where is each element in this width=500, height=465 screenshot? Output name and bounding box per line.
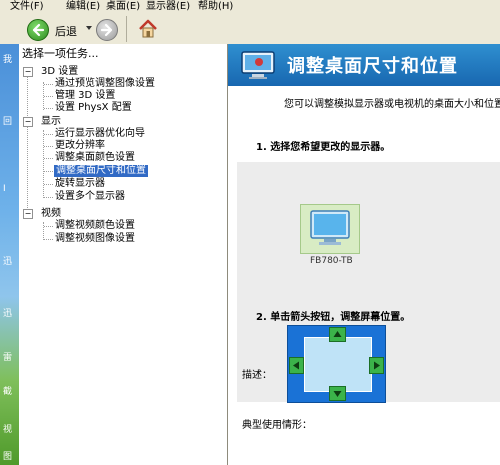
tree-connector xyxy=(44,158,53,159)
tree-item-selected[interactable]: 调整桌面尺寸和位置 xyxy=(54,165,148,177)
page-header: 调整桌面尺寸和位置 xyxy=(228,44,500,86)
step-1-heading: 1. 选择您希望更改的显示器。 xyxy=(256,142,391,153)
desktop-icon-label: 回 xyxy=(3,117,13,127)
menu-bar: 文件(F) 编辑(E) 桌面(E) 显示器(E) 帮助(H) xyxy=(0,0,500,12)
back-label[interactable]: 后退 xyxy=(55,23,77,39)
tree-category-label: 3D 设置 xyxy=(41,66,79,77)
page-title: 调整桌面尺寸和位置 xyxy=(287,56,458,77)
move-left-button[interactable] xyxy=(289,357,304,374)
task-panel-title: 选择一项任务... xyxy=(22,47,99,60)
desktop-monitor-icon xyxy=(241,51,275,79)
back-arrow-icon xyxy=(32,23,45,37)
screen-position-control xyxy=(287,325,386,403)
desktop-icon-label: 我 xyxy=(3,55,13,65)
content-panel: 调整桌面尺寸和位置 您可以调整模拟显示器或电视机的桌面大小和位置 1. 选择您希… xyxy=(228,44,500,465)
menu-file[interactable]: 文件(F) xyxy=(10,0,44,12)
forward-button[interactable] xyxy=(96,19,118,41)
tree-connector xyxy=(44,184,53,185)
description-label: 描述： xyxy=(242,370,272,381)
desktop-icon-label: 雷 xyxy=(3,353,13,363)
tree-item[interactable]: 更改分辨率 xyxy=(55,140,105,152)
desktop-icon-label: I xyxy=(3,184,6,194)
tree-connector xyxy=(44,239,53,240)
tree-connector xyxy=(44,108,53,109)
arrow-down-icon xyxy=(333,391,342,397)
monitor-icon xyxy=(310,210,350,245)
menu-edit[interactable]: 编辑(E) xyxy=(66,0,100,12)
tree-connector xyxy=(44,146,53,147)
forward-arrow-icon xyxy=(100,23,113,37)
tree-item[interactable]: 旋转显示器 xyxy=(55,178,105,190)
collapse-icon[interactable]: − xyxy=(23,67,33,77)
tree-category-label: 视频 xyxy=(41,208,61,219)
task-navigation-panel: 选择一项任务... − 3D 设置 通过预览调整图像设置 管理 3D 设置 设置… xyxy=(19,44,228,465)
page-description: 您可以调整模拟显示器或电视机的桌面大小和位置 xyxy=(284,99,500,110)
tree-item[interactable]: 调整视频图像设置 xyxy=(55,233,135,245)
move-right-button[interactable] xyxy=(369,357,384,374)
arrow-left-icon xyxy=(293,361,299,370)
menu-help[interactable]: 帮助(H) xyxy=(198,0,233,12)
toolbar-separator xyxy=(126,16,127,42)
screen-preview xyxy=(304,337,372,392)
arrow-up-icon xyxy=(333,331,342,337)
move-down-button[interactable] xyxy=(329,386,346,401)
tree-connector xyxy=(43,222,44,240)
monitor-select-tile[interactable] xyxy=(300,204,360,254)
tree-connector xyxy=(27,74,28,214)
tree-item[interactable]: 运行显示器优化向导 xyxy=(55,128,145,140)
usage-label: 典型使用情形： xyxy=(242,420,312,431)
tree-category-label: 显示 xyxy=(41,116,61,127)
back-history-dropdown-icon[interactable] xyxy=(86,26,92,30)
tree-connector xyxy=(44,197,53,198)
step-2-heading: 2. 单击箭头按钮，调整屏幕位置。 xyxy=(256,312,411,323)
tree-item[interactable]: 调整视频颜色设置 xyxy=(55,220,135,232)
desktop-icon-label: 迅 xyxy=(3,309,13,319)
tree-connector xyxy=(44,84,53,85)
desktop-icon-label: 截 xyxy=(3,387,13,397)
back-button[interactable] xyxy=(27,19,49,41)
home-icon xyxy=(139,19,157,38)
desktop-icon-label: 迅 xyxy=(3,257,13,267)
collapse-icon[interactable]: − xyxy=(23,117,33,127)
tree-connector xyxy=(44,171,53,172)
collapse-icon[interactable]: − xyxy=(23,209,33,219)
desktop-icon-label: 图 xyxy=(3,452,13,462)
tree-connector xyxy=(44,226,53,227)
tree-item[interactable]: 设置多个显示器 xyxy=(55,191,125,203)
desktop-icon-label: 视 xyxy=(3,425,13,435)
tree-connector xyxy=(44,96,53,97)
tree-item[interactable]: 通过预览调整图像设置 xyxy=(55,78,155,90)
home-button[interactable] xyxy=(137,18,159,40)
tree-item[interactable]: 管理 3D 设置 xyxy=(55,90,115,102)
menu-display[interactable]: 显示器(E) xyxy=(146,0,190,12)
desktop-background-strip: 我 回 I 迅 迅 雷 截 视 图 xyxy=(0,44,19,465)
monitor-name-label: FB780-TB xyxy=(310,256,353,266)
move-up-button[interactable] xyxy=(329,327,346,342)
menu-desktop[interactable]: 桌面(E) xyxy=(106,0,140,12)
arrow-right-icon xyxy=(374,361,380,370)
tree-connector xyxy=(44,134,53,135)
tree-item[interactable]: 调整桌面颜色设置 xyxy=(55,152,135,164)
tree-item[interactable]: 设置 PhysX 配置 xyxy=(55,102,132,114)
tree-connector xyxy=(43,130,44,198)
